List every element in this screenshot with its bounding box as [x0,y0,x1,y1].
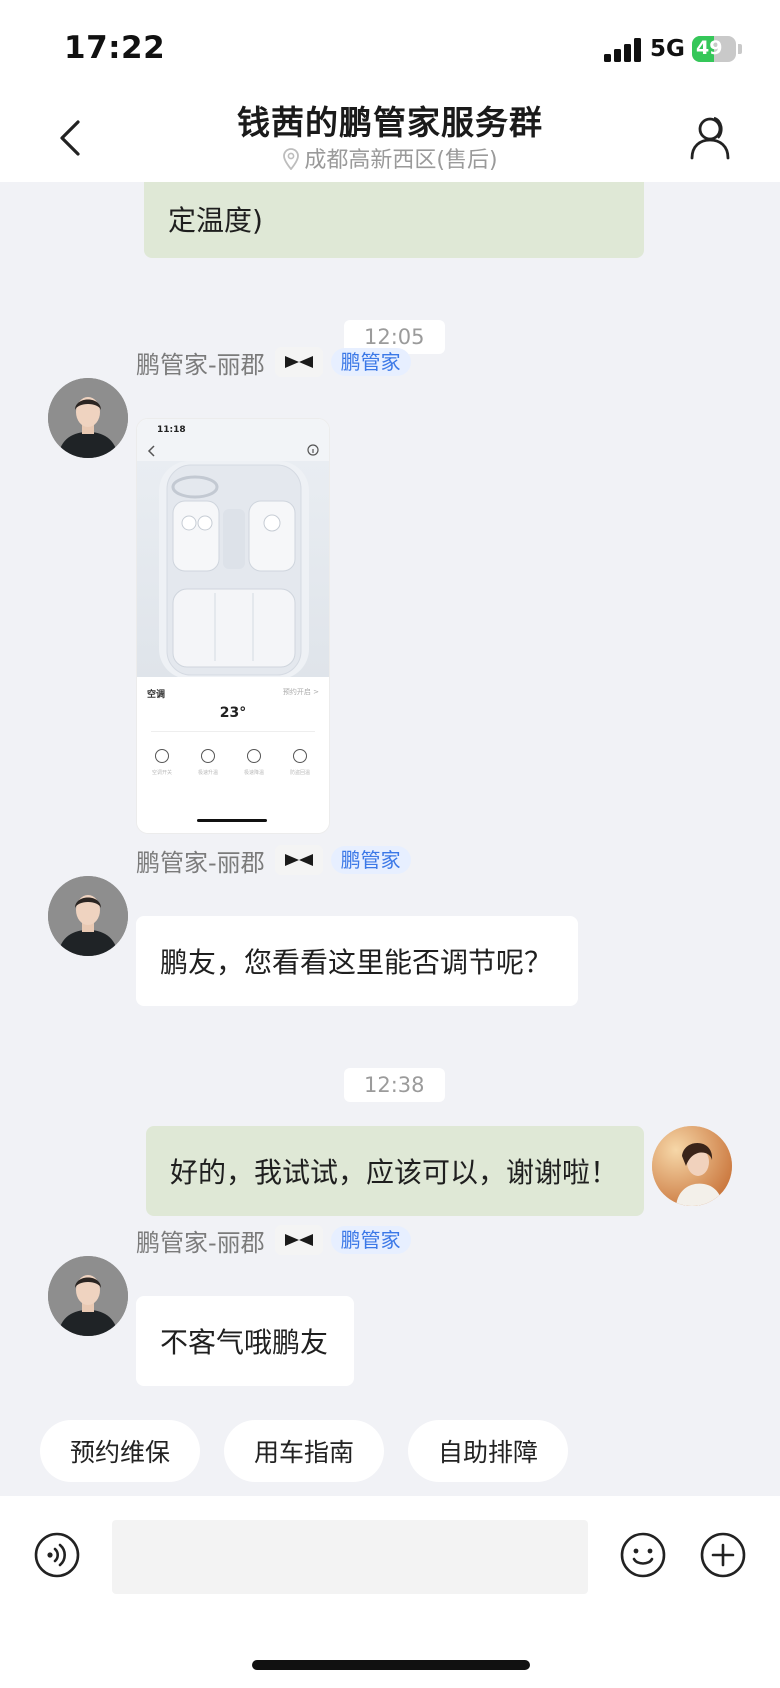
agent-avatar[interactable] [48,876,128,956]
group-member-icon [690,116,730,160]
message-input[interactable] [112,1520,588,1594]
snowflake-icon [247,749,261,763]
signal-icon [604,38,642,62]
back-arrow-icon [60,120,80,156]
agent-message-bubble[interactable]: 不客气哦鹏友 [136,1296,354,1386]
agent-avatar[interactable] [48,378,128,458]
power-icon [155,749,169,763]
sender-name: 鹏管家-丽郡 [136,350,265,379]
shot-control-label: 防盗回温 [289,770,310,776]
my-message-bubble[interactable]: 定温度) [144,182,644,258]
battery-percent: 49 [696,37,723,59]
top-bar: 17:22 5G 49 钱茜的鹏管家服务群 成都高新西区(售后) [0,0,780,182]
shot-car-view [137,461,329,679]
group-members-button[interactable] [684,112,736,164]
agent-avatar[interactable] [48,1256,128,1336]
shot-info-icon [307,444,319,456]
role-badge: 鹏管家 [330,1226,411,1254]
location-pin-icon [282,148,300,176]
page-title: 钱茜的鹏管家服务群 [237,103,543,142]
shot-control-label: 极速降温 [243,770,264,776]
xpeng-logo-icon [274,347,323,377]
shot-control-power: 空调开关 [147,749,177,776]
back-button[interactable] [52,112,92,164]
shot-panel-title: 空调 [147,690,166,700]
shot-control-heat: 极速升温 [193,749,223,776]
quick-action-troubleshoot[interactable]: 自助排障 [408,1420,568,1482]
quick-action-guide[interactable]: 用车指南 [224,1420,384,1482]
shield-icon [293,749,307,763]
location-label: 成都高新西区(售后) [304,148,498,173]
quick-action-maintenance[interactable]: 预约维保 [40,1420,200,1482]
shot-control-label: 极速升温 [197,770,218,776]
agent-avatar-image [48,1256,128,1336]
shot-divider [151,731,315,732]
agent-avatar-image [48,378,128,458]
emoji-button[interactable] [620,1532,666,1578]
message-sender: 鹏管家-丽郡 鹏管家 [136,1224,411,1257]
network-type: 5G [650,36,685,62]
battery-tip [738,44,742,54]
car-interior-illustration [159,461,309,679]
shot-panel-link: 预约开启 > [282,688,319,696]
sun-icon [201,749,215,763]
emoji-icon [620,1532,666,1578]
shot-home-indicator [197,819,267,822]
shot-status-bar: 11:18 [137,419,329,461]
message-text: 不客气哦鹏友 [160,1326,329,1359]
shot-control-label: 空调开关 [151,770,172,776]
shot-control-cool: 极速降温 [239,749,269,776]
shared-screenshot-image[interactable]: 11:18 空调 预约开启 > 23° 空调开关 极速升温 极速降温 防盗回温 [136,418,330,834]
role-badge: 鹏管家 [330,846,411,874]
xpeng-logo-icon [274,1225,323,1255]
role-badge: 鹏管家 [330,348,411,376]
xpeng-logo-icon [274,845,323,875]
home-indicator [252,1660,530,1670]
user-avatar[interactable] [652,1126,732,1206]
input-bar [0,1496,780,1688]
message-text: 定温度) [168,204,263,237]
plus-icon [700,1532,746,1578]
message-text: 好的，我试试，应该可以，谢谢啦！ [170,1156,619,1189]
page-subtitle: 成都高新西区(售后) [200,142,580,176]
more-button[interactable] [700,1532,746,1578]
shot-temperature: 23° [219,705,247,721]
status-time: 17:22 [64,30,166,66]
sender-name: 鹏管家-丽郡 [136,1228,265,1257]
agent-avatar-image [48,876,128,956]
chat-list[interactable]: 定温度) 12:05 鹏管家-丽郡 鹏管家 11:18 空调 预约开启 > 23… [0,182,780,1496]
shot-ac-panel: 空调 预约开启 > 23° 空调开关 极速升温 极速降温 防盗回温 [137,677,329,833]
message-text: 鹏友，您看看这里能否调节呢？ [160,946,553,979]
shot-back-icon [147,445,155,457]
shot-control-guard: 防盗回温 [285,749,315,776]
message-sender: 鹏管家-丽郡 鹏管家 [136,346,411,379]
battery-icon: 49 [692,36,736,62]
sender-name: 鹏管家-丽郡 [136,848,265,877]
shot-status-time: 11:18 [157,425,186,435]
message-sender: 鹏管家-丽郡 鹏管家 [136,844,411,877]
my-message-bubble[interactable]: 好的，我试试，应该可以，谢谢啦！ [146,1126,644,1216]
time-divider: 12:38 [344,1068,445,1102]
user-avatar-image [652,1126,732,1206]
voice-button[interactable] [34,1532,80,1578]
agent-message-bubble[interactable]: 鹏友，您看看这里能否调节呢？ [136,916,578,1006]
voice-icon [34,1532,80,1578]
